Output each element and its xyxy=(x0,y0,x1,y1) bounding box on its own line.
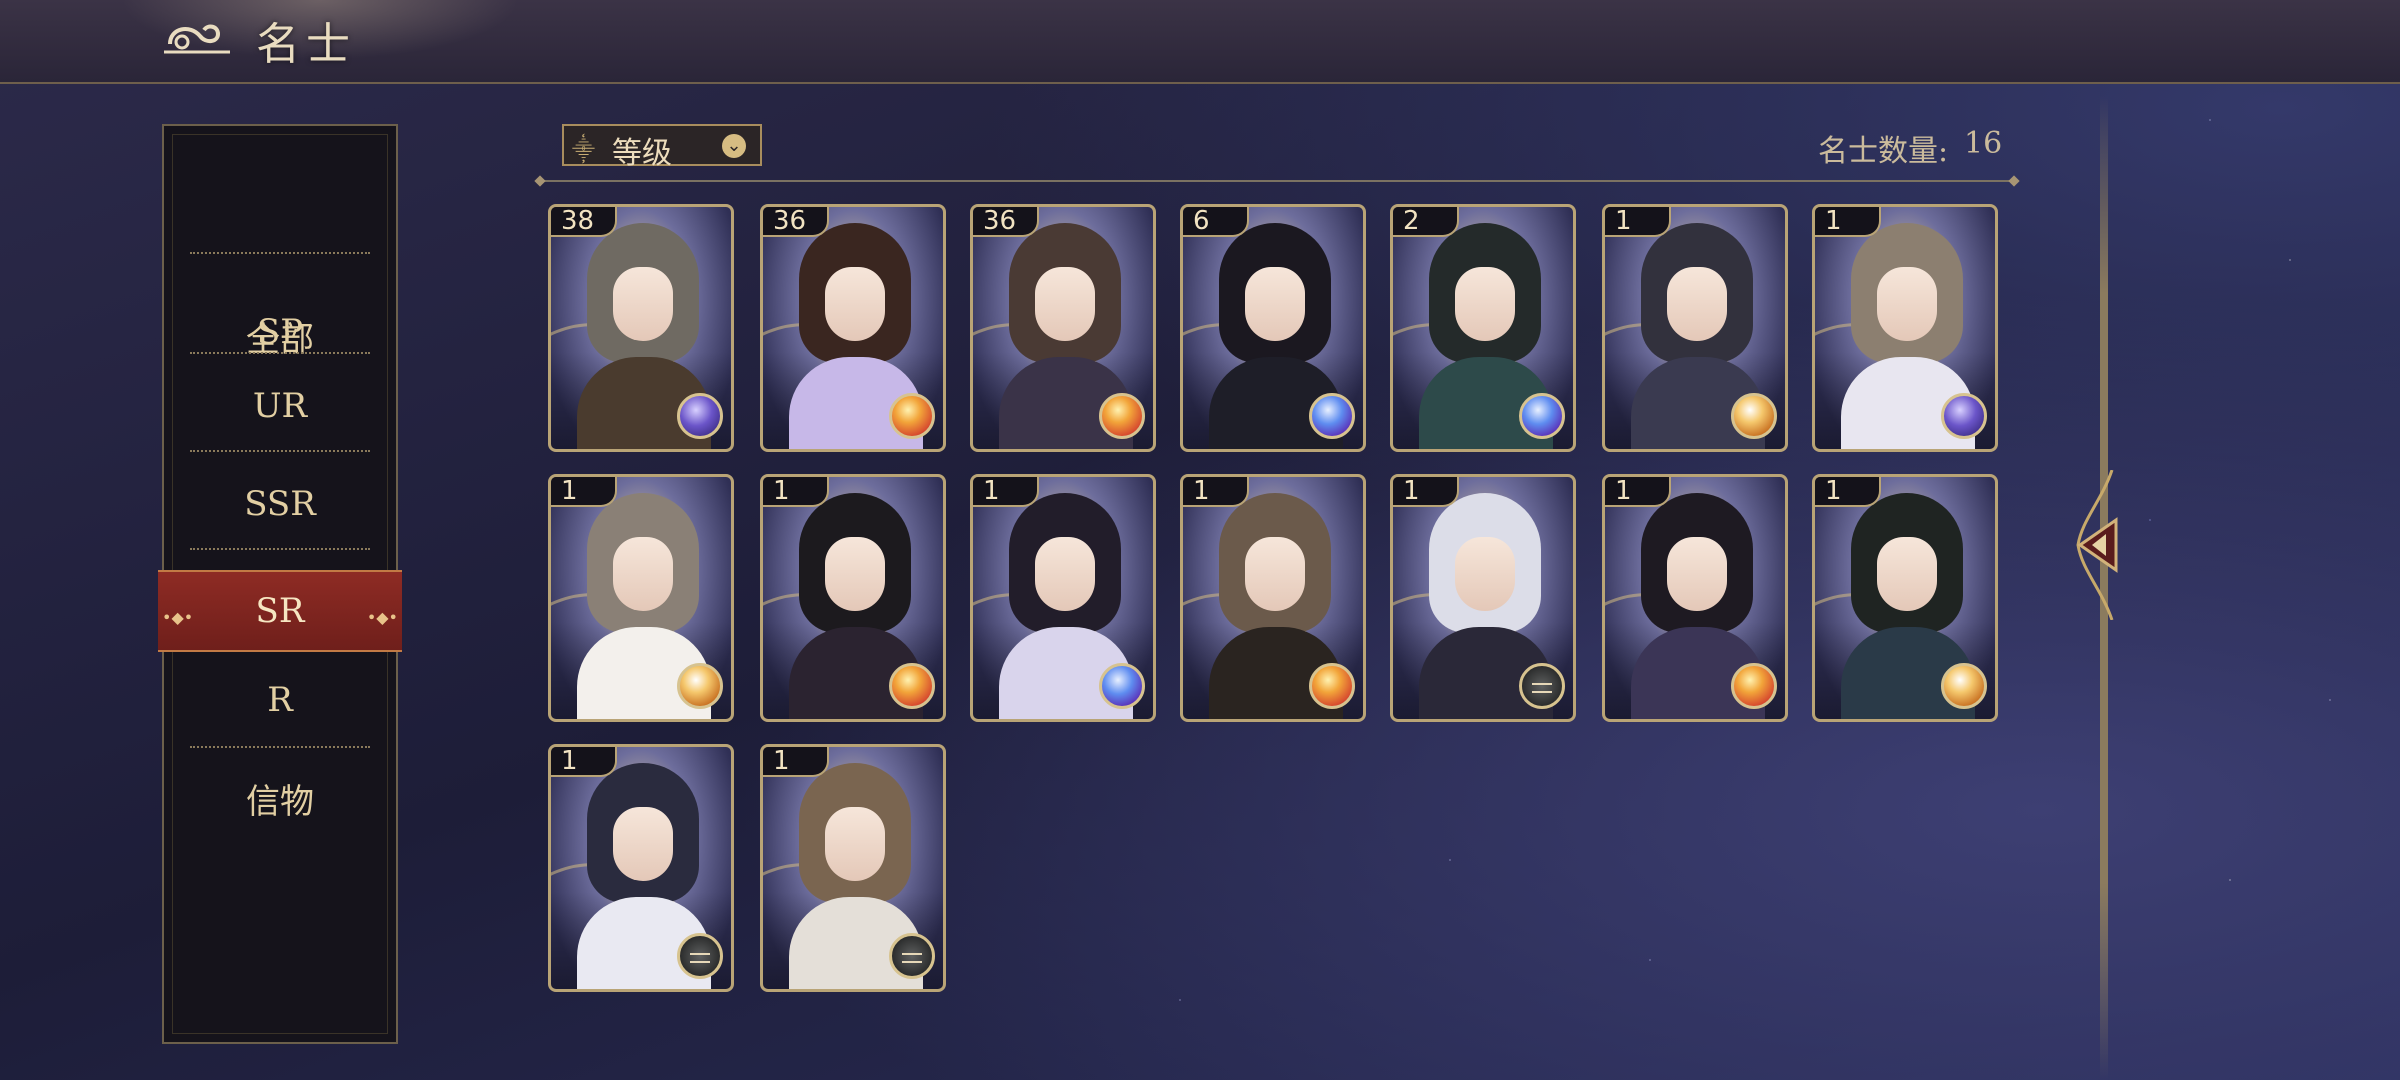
element-orb-icon xyxy=(677,663,723,709)
hero-card[interactable]: 6 xyxy=(1180,204,1366,452)
divider xyxy=(190,548,370,550)
sidebar-item-label: SSR xyxy=(244,484,316,524)
element-orb-icon xyxy=(1519,663,1565,709)
hero-card[interactable]: 1 xyxy=(1602,204,1788,452)
sidebar-item-label: 信物 xyxy=(246,781,314,822)
hero-card[interactable]: 36 xyxy=(760,204,946,452)
portrait-face xyxy=(613,267,673,341)
element-orb-icon xyxy=(889,393,935,439)
hero-card[interactable]: 1 xyxy=(548,474,734,722)
ornament-dots-icon: •◆• xyxy=(162,608,194,627)
divider xyxy=(190,746,370,748)
element-orb-icon xyxy=(677,393,723,439)
portrait-face xyxy=(1877,537,1937,611)
hero-card[interactable]: 1 xyxy=(1812,204,1998,452)
hero-card[interactable]: 36 xyxy=(970,204,1156,452)
portrait-face xyxy=(1035,537,1095,611)
hero-card[interactable]: 1 xyxy=(760,474,946,722)
portrait-face xyxy=(1245,267,1305,341)
ornament-dots-icon: •◆• xyxy=(366,608,398,627)
level-badge: 1 xyxy=(1183,477,1249,507)
hero-card[interactable]: 1 xyxy=(1812,474,1998,722)
collapse-arrow-icon[interactable] xyxy=(2072,470,2128,620)
portrait-face xyxy=(825,537,885,611)
hero-card[interactable]: 1 xyxy=(548,744,734,992)
portrait-face xyxy=(825,807,885,881)
sidebar-item-label: R xyxy=(267,680,293,720)
level-badge: 2 xyxy=(1393,207,1459,237)
element-orb-icon xyxy=(1941,663,1987,709)
sidebar-item-sr[interactable]: •◆• SR •◆• xyxy=(158,570,402,652)
sidebar-item-label: UR xyxy=(252,386,308,426)
level-badge: 1 xyxy=(763,477,829,507)
chevron-down-icon: ⌄ xyxy=(722,134,746,158)
element-orb-icon xyxy=(1099,663,1145,709)
element-orb-icon xyxy=(1309,663,1355,709)
portrait-face xyxy=(1035,267,1095,341)
level-badge: 1 xyxy=(973,477,1039,507)
element-orb-icon xyxy=(889,663,935,709)
category-sidebar: 全部 SP UR SSR •◆• SR •◆• R 信物 xyxy=(158,124,402,1044)
sidebar-item-keepsake[interactable]: 信物 xyxy=(164,762,396,834)
level-badge: 1 xyxy=(1815,477,1881,507)
portrait-face xyxy=(1667,267,1727,341)
element-orb-icon xyxy=(1309,393,1355,439)
element-orb-icon xyxy=(1519,393,1565,439)
cloud-swirl-icon xyxy=(164,24,230,54)
portrait-face xyxy=(1667,537,1727,611)
element-orb-icon xyxy=(889,933,935,979)
level-badge: 1 xyxy=(1605,477,1671,507)
sort-dropdown-label: 等级 xyxy=(612,136,672,171)
hero-card[interactable]: 1 xyxy=(1602,474,1788,722)
element-orb-icon xyxy=(677,933,723,979)
level-badge: 1 xyxy=(763,747,829,777)
hero-count-label: 名士数量: xyxy=(1818,134,1949,169)
portrait-face xyxy=(1455,267,1515,341)
hero-card[interactable]: 1 xyxy=(1180,474,1366,722)
element-orb-icon xyxy=(1731,663,1777,709)
level-badge: 1 xyxy=(1605,207,1671,237)
portrait-face xyxy=(1455,537,1515,611)
page-title: 名士 xyxy=(256,19,356,70)
element-orb-icon xyxy=(1941,393,1987,439)
divider-line xyxy=(540,180,2014,182)
sidebar-item-label: SR xyxy=(255,591,305,631)
level-badge: 1 xyxy=(1815,207,1881,237)
level-badge: 1 xyxy=(1393,477,1459,507)
level-badge: 36 xyxy=(973,207,1039,237)
divider xyxy=(190,352,370,354)
portrait-face xyxy=(825,267,885,341)
hero-card[interactable]: 2 xyxy=(1390,204,1576,452)
sidebar-item-label: SP xyxy=(256,312,304,352)
portrait-face xyxy=(613,537,673,611)
portrait-face xyxy=(613,807,673,881)
portrait-face xyxy=(1877,267,1937,341)
level-badge: 6 xyxy=(1183,207,1249,237)
header-bar: 名士 xyxy=(0,0,2400,84)
hero-card[interactable]: 1 xyxy=(970,474,1156,722)
element-orb-icon xyxy=(1731,393,1777,439)
sort-dropdown[interactable]: ⸎ 等级 ⌄ xyxy=(562,124,762,171)
hero-card[interactable]: 38 xyxy=(548,204,734,452)
sidebar-item-r[interactable]: R xyxy=(164,664,396,736)
divider xyxy=(190,450,370,452)
hero-card[interactable]: 1 xyxy=(760,744,946,992)
level-badge: 1 xyxy=(551,477,617,507)
hero-count-value: 16 xyxy=(1964,126,2003,161)
hero-card[interactable]: 1 xyxy=(1390,474,1576,722)
sidebar-item-ur[interactable]: UR xyxy=(164,370,396,442)
level-badge: 38 xyxy=(551,207,617,237)
sidebar-item-sp[interactable]: SP xyxy=(164,296,396,368)
level-badge: 36 xyxy=(763,207,829,237)
portrait-face xyxy=(1245,537,1305,611)
element-orb-icon xyxy=(1099,393,1145,439)
ornament-icon: ⸎ xyxy=(572,138,595,163)
divider xyxy=(190,252,370,254)
sidebar-item-ssr[interactable]: SSR xyxy=(164,468,396,540)
level-badge: 1 xyxy=(551,747,617,777)
